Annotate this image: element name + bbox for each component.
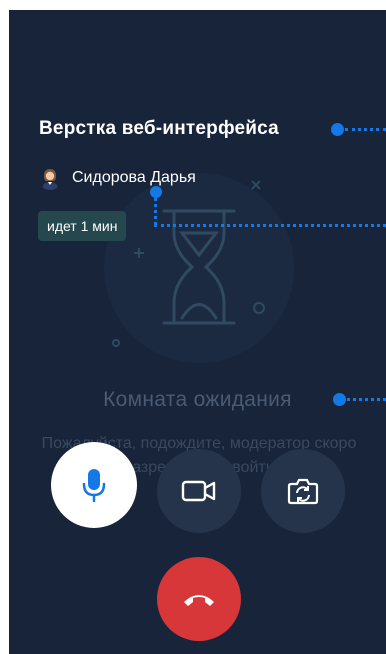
meeting-title: Верстка веб-интерфейса bbox=[39, 118, 279, 139]
microphone-button[interactable] bbox=[51, 442, 137, 528]
duration-badge: идет 1 мин bbox=[38, 211, 127, 241]
hourglass-illustration bbox=[104, 173, 294, 363]
video-camera-icon bbox=[181, 480, 216, 502]
switch-camera-icon bbox=[287, 478, 319, 505]
switch-camera-button[interactable] bbox=[261, 449, 345, 533]
callout-line bbox=[347, 398, 386, 401]
video-call-screen: Верстка веб-интерфейса Сидорова Дарья ид… bbox=[9, 10, 386, 654]
end-call-button[interactable] bbox=[157, 557, 241, 641]
organizer: Сидорова Дарья bbox=[38, 166, 196, 190]
camera-button[interactable] bbox=[157, 449, 241, 533]
status-bar bbox=[9, 10, 386, 40]
callout-line bbox=[345, 128, 386, 131]
microphone-icon bbox=[82, 469, 106, 503]
callout-line bbox=[154, 198, 157, 225]
callout-marker bbox=[331, 123, 344, 136]
avatar bbox=[38, 166, 62, 190]
organizer-name: Сидорова Дарья bbox=[72, 169, 196, 186]
hang-up-icon bbox=[184, 595, 214, 606]
callout-marker bbox=[150, 186, 162, 198]
waiting-room-title: Комната ожидания bbox=[103, 388, 292, 411]
callout-marker bbox=[333, 393, 346, 406]
callout-line bbox=[154, 224, 386, 227]
